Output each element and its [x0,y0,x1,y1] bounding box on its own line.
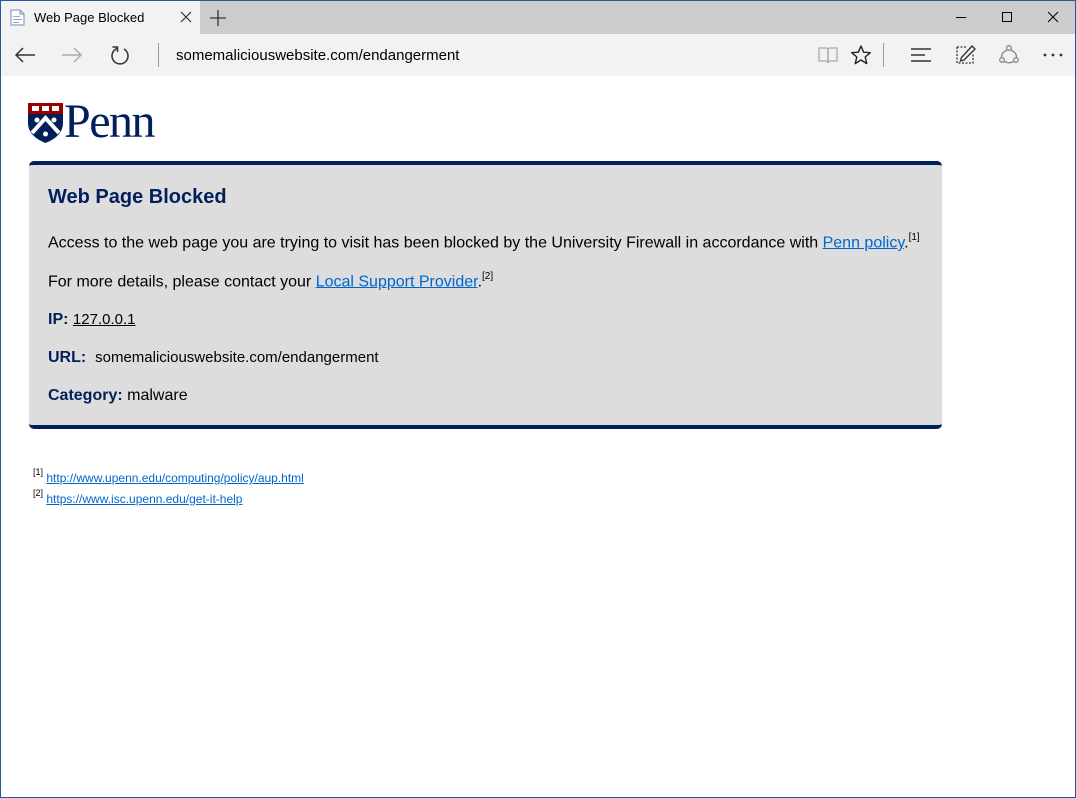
ip-row: IP: 127.0.0.1 [48,311,135,329]
close-icon [1047,11,1059,23]
forward-arrow-icon [62,47,83,63]
web-note-button[interactable] [945,34,985,76]
share-icon [999,45,1019,64]
minimize-button[interactable] [938,1,984,33]
footnote-1: [1] http://www.upenn.edu/computing/polic… [33,466,304,487]
page-title: Web Page Blocked [48,186,227,208]
page-content: Penn Web Page Blocked Access to the web … [1,76,1075,797]
reading-view-icon [818,47,838,64]
footnote-ref-2: [2] [482,271,494,282]
footnote-2-link[interactable]: https://www.isc.upenn.edu/get-it-help [46,492,242,506]
page-favicon-icon [10,9,25,26]
tab-web-page-blocked[interactable]: Web Page Blocked [1,1,200,34]
navigation-toolbar: somemaliciouswebsite.com/endangerment [1,34,1075,76]
hub-button[interactable] [901,34,941,76]
access-message: Access to the web page you are trying to… [48,232,920,252]
share-button[interactable] [989,34,1029,76]
url-row: URL: somemaliciouswebsite.com/endangerme… [48,349,379,367]
footnote-1-ref: [1] [33,467,44,477]
footnotes: [1] http://www.upenn.edu/computing/polic… [33,466,304,508]
web-note-icon [956,44,976,64]
toolbar-separator [883,43,884,67]
minimize-icon [956,17,966,18]
category-value: malware [127,387,188,404]
contact-text: For more details, please contact your [48,273,316,291]
footnote-2-ref: [2] [33,488,44,498]
penn-logo-text: Penn [64,95,156,148]
contact-message: For more details, please contact your Lo… [48,271,494,291]
footnote-2: [2] https://www.isc.upenn.edu/get-it-hel… [33,487,304,508]
penn-logo: Penn [28,96,178,148]
star-icon [851,45,871,65]
forward-button[interactable] [52,34,92,76]
tab-bar: Web Page Blocked [1,1,1075,34]
refresh-button[interactable] [100,34,140,76]
blocked-message-panel: Web Page Blocked Access to the web page … [29,161,942,429]
back-button[interactable] [5,34,45,76]
footnote-1-link[interactable]: http://www.upenn.edu/computing/policy/au… [46,471,303,485]
refresh-icon [111,46,129,65]
hub-icon [911,48,931,62]
address-bar[interactable]: somemaliciouswebsite.com/endangerment [176,47,459,64]
category-label: Category: [48,387,123,404]
more-icon [1043,53,1063,57]
url-value: somemaliciouswebsite.com/endangerment [95,349,379,366]
penn-shield-icon [28,103,63,143]
more-button[interactable] [1033,34,1073,76]
toolbar-separator [158,43,159,67]
maximize-button[interactable] [984,1,1030,33]
maximize-icon [1002,12,1012,22]
browser-window: Web Page Blocked somemaliciouswebsite.co… [0,0,1076,798]
url-label: URL: [48,349,87,366]
favorite-button[interactable] [841,34,881,76]
close-window-button[interactable] [1030,1,1075,33]
access-text: Access to the web page you are trying to… [48,234,823,252]
close-icon[interactable] [177,8,195,26]
category-row: Category: malware [48,387,188,405]
plus-icon[interactable] [207,7,229,29]
ip-value: 127.0.0.1 [72,311,136,328]
penn-policy-link[interactable]: Penn policy [823,234,905,251]
local-support-provider-link[interactable]: Local Support Provider [316,273,478,290]
ip-label: IP: [48,311,69,328]
tab-title: Web Page Blocked [34,10,145,25]
access-period: . [904,234,909,252]
footnote-ref-1: [1] [908,232,920,243]
back-arrow-icon [14,47,35,63]
